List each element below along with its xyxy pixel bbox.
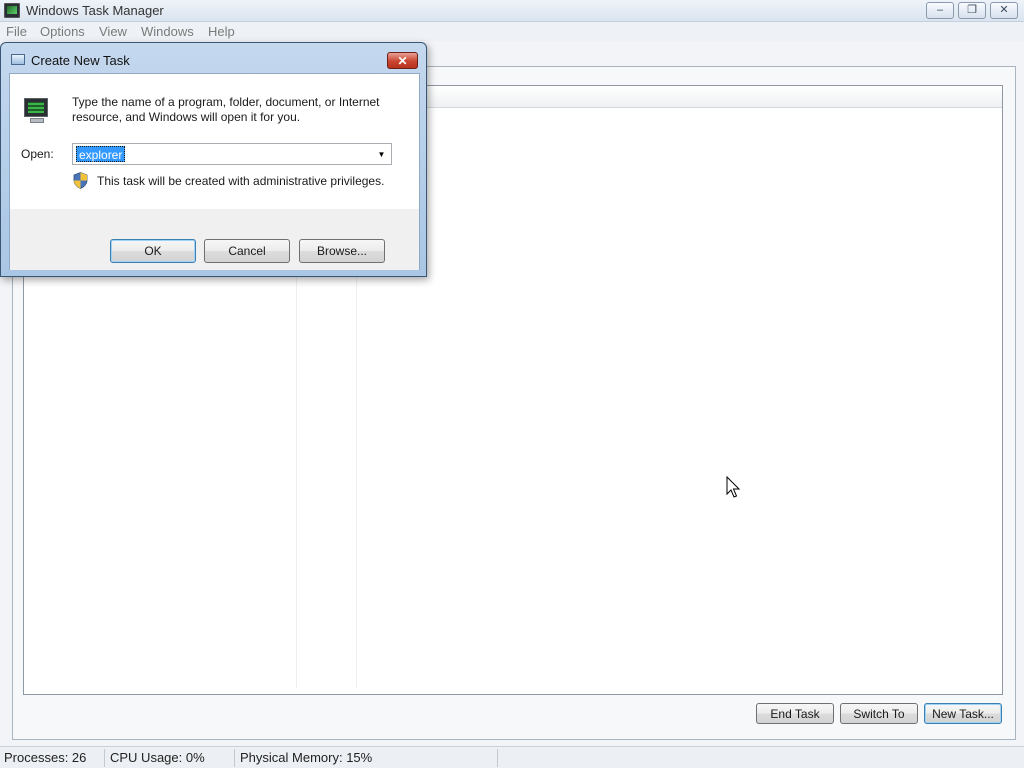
status-separator [234,749,235,767]
status-bar: Processes: 26 CPU Usage: 0% Physical Mem… [0,746,1024,768]
menu-file[interactable]: File [6,24,27,39]
open-label: Open: [21,147,54,161]
browse-button[interactable]: Browse... [299,239,385,263]
window-title: Windows Task Manager [26,3,164,18]
open-combobox[interactable]: explorer ▼ [72,143,392,165]
minimize-button[interactable]: – [926,2,954,19]
ok-button[interactable]: OK [110,239,196,263]
computer-monitor-icon [22,97,52,124]
menu-bar: File Options View Windows Help [0,22,1024,41]
end-task-button[interactable]: End Task [756,703,834,724]
menu-help[interactable]: Help [208,24,235,39]
switch-to-button[interactable]: Switch To [840,703,918,724]
status-physical-memory: Physical Memory: 15% [240,750,373,765]
dialog-title-bar[interactable]: Create New Task ✕ [1,43,426,73]
chevron-down-icon[interactable]: ▼ [374,146,389,162]
dialog-close-button[interactable]: ✕ [387,52,418,69]
status-separator [497,749,498,767]
task-manager-title-bar[interactable]: Windows Task Manager – ❐ ✕ [0,0,1024,22]
uac-shield-icon [73,172,88,189]
task-manager-icon [4,3,20,18]
status-cpu-usage: CPU Usage: 0% [110,750,205,765]
close-button[interactable]: ✕ [990,2,1018,19]
menu-view[interactable]: View [99,24,127,39]
mouse-pointer-icon [726,476,741,498]
menu-options[interactable]: Options [40,24,85,39]
cancel-button[interactable]: Cancel [204,239,290,263]
dialog-title: Create New Task [31,53,130,68]
run-window-icon [11,54,25,65]
restore-button[interactable]: ❐ [958,2,986,19]
menu-windows[interactable]: Windows [141,24,194,39]
dialog-description: Type the name of a program, folder, docu… [72,95,380,124]
desktop-screen: Windows Task Manager – ❐ ✕ File Options … [0,0,1024,768]
status-separator [104,749,105,767]
admin-privileges-note: This task will be created with administr… [97,174,385,188]
open-input[interactable]: explorer [76,146,126,162]
status-processes: Processes: 26 [4,750,87,765]
create-new-task-dialog[interactable]: Create New Task ✕ Type the name of a pro… [0,42,427,277]
new-task-button[interactable]: New Task... [924,703,1002,724]
